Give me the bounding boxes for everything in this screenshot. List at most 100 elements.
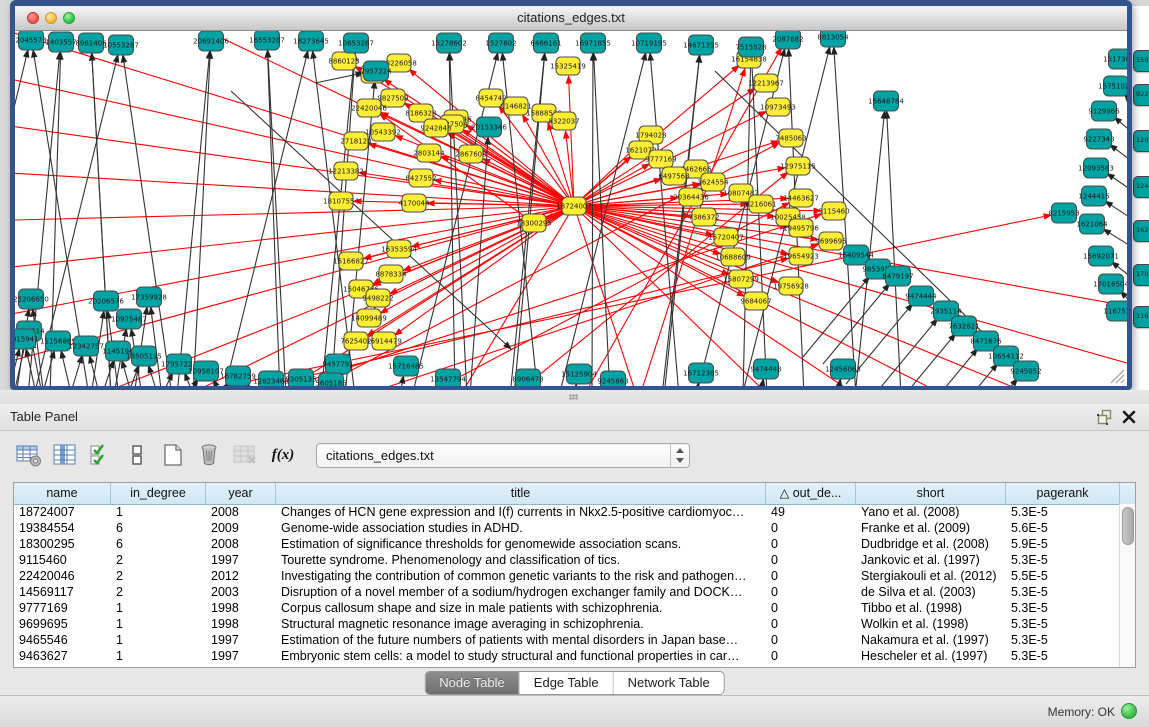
graph-node-7515528[interactable]: 7515528 xyxy=(735,37,766,57)
graph-node-15692071[interactable]: 15692071 xyxy=(1083,246,1119,266)
network-window[interactable]: citations_edges.txt 18724007886012389129… xyxy=(10,0,1132,390)
graph-node-7957224[interactable]: 7957224 xyxy=(360,61,392,81)
graph-node-9498222[interactable]: 9498222 xyxy=(362,289,393,307)
graph-node-9699695[interactable]: 9699695 xyxy=(815,232,846,250)
graph-node-16971855[interactable]: 16971855 xyxy=(575,33,611,53)
graph-node-15166827[interactable]: 15166827 xyxy=(333,252,369,270)
table-row[interactable]: 977716911998Corpus callosum shape and si… xyxy=(14,600,1120,616)
graph-node-10975487[interactable]: 10975487 xyxy=(111,309,147,329)
graph-node-10653287[interactable]: 10653287 xyxy=(338,33,374,53)
graph-node-1527602[interactable]: 1527602 xyxy=(485,33,516,53)
function-builder-button[interactable]: f(x) xyxy=(266,441,300,469)
column-header-pagerank[interactable]: pagerank xyxy=(1006,483,1120,504)
graph-node-20206576[interactable]: 20206576 xyxy=(88,291,124,311)
close-panel-icon[interactable] xyxy=(1121,409,1137,425)
graph-node-2867608[interactable]: 2867608 xyxy=(455,145,486,163)
graph-node-14099489[interactable]: 14099489 xyxy=(351,309,387,327)
graph-node-9242848[interactable]: 9242848 xyxy=(420,119,451,137)
graph-node-9474444[interactable]: 9474444 xyxy=(905,286,937,306)
graph-node-14671355[interactable]: 14671355 xyxy=(683,35,719,55)
graph-node-18273645[interactable]: 18273645 xyxy=(293,31,329,51)
graph-node-17016504[interactable]: 17016504 xyxy=(1093,274,1127,294)
graph-node-9457791[interactable]: 9457791 xyxy=(322,354,353,374)
table-row[interactable]: 1938455462009Genome-wide association stu… xyxy=(14,520,1120,536)
graph-node-10958107[interactable]: 10958107 xyxy=(188,361,224,381)
graph-node-2718120[interactable]: 2718120 xyxy=(340,132,371,150)
graph-node-16648784[interactable]: 16648784 xyxy=(868,91,904,111)
graph-node-9129966[interactable]: 9129966 xyxy=(1088,101,1120,121)
graph-node-19756928[interactable]: 19756928 xyxy=(773,277,809,295)
graph-node-12093583[interactable]: 12093583 xyxy=(1078,158,1114,178)
graph-node-16712385[interactable]: 16712385 xyxy=(683,363,719,383)
column-header-short[interactable]: short xyxy=(856,483,1006,504)
graph-node-10553287[interactable]: 10553287 xyxy=(103,35,139,55)
table-row[interactable]: 1456911722003Disruption of a novel membe… xyxy=(14,584,1120,600)
graph-node-9474448[interactable]: 9474448 xyxy=(750,359,781,379)
graph-node-9115460[interactable]: 9115460 xyxy=(818,202,849,220)
graph-node-17359928[interactable]: 17359928 xyxy=(131,287,167,307)
background-graph-node[interactable]: 12093 xyxy=(1133,130,1149,152)
delete-table-button[interactable] xyxy=(230,441,260,469)
graph-node-15173044[interactable]: 15173044 xyxy=(1103,49,1127,69)
column-header-out_de[interactable]: △ out_de... xyxy=(766,483,856,504)
tab-node-table[interactable]: Node Table xyxy=(425,672,520,694)
divider-grip-icon[interactable] xyxy=(569,394,578,400)
table-selector-dropdown[interactable]: citations_edges.txt xyxy=(316,443,690,468)
column-header-in_degree[interactable]: in_degree xyxy=(111,483,206,504)
graph-node-8878334[interactable]: 8878334 xyxy=(375,265,407,283)
table-row[interactable]: 1872400712008Changes of HCN gene express… xyxy=(14,504,1120,520)
graph-node-6497568[interactable]: 6497568 xyxy=(658,167,689,185)
graph-node-8813054[interactable]: 8813054 xyxy=(817,31,849,47)
graph-node-8906478[interactable]: 8906478 xyxy=(512,369,543,386)
tab-network-table[interactable]: Network Table xyxy=(614,672,724,694)
graph-node-12342757[interactable]: 12342757 xyxy=(68,336,104,356)
graph-node-7485063[interactable]: 7485063 xyxy=(775,129,806,147)
graph-node-1403557[interactable]: 1403557 xyxy=(45,32,76,52)
network-canvas[interactable]: 1872400788601238912954182260589827509818… xyxy=(15,31,1127,386)
graph-node-16782759[interactable]: 16782759 xyxy=(220,366,256,386)
graph-node-8215953[interactable]: 8215953 xyxy=(1048,203,1079,223)
graph-node-25206650[interactable]: 25206650 xyxy=(15,289,49,309)
background-graph-node[interactable]: 16210 xyxy=(1133,220,1149,242)
graph-node-9305135[interactable]: 9305135 xyxy=(285,369,316,386)
graph-node-12975115[interactable]: 12975115 xyxy=(780,157,816,175)
graph-node-15716485[interactable]: 15716485 xyxy=(388,356,424,376)
column-header-title[interactable]: title xyxy=(276,483,766,504)
graph-node-3624554[interactable]: 3624554 xyxy=(697,173,729,191)
graph-node-16353594[interactable]: 16353594 xyxy=(381,240,417,258)
show-columns-button[interactable] xyxy=(50,441,80,469)
background-graph-node[interactable]: 92273 xyxy=(1133,84,1149,106)
select-all-button[interactable] xyxy=(86,441,116,469)
table-settings-button[interactable] xyxy=(14,441,44,469)
graph-node-4170044[interactable]: 4170044 xyxy=(398,194,430,212)
graph-node-12823468[interactable]: 12823468 xyxy=(253,371,289,386)
graph-node-9777169[interactable]: 9777169 xyxy=(645,150,676,168)
graph-node-2087682[interactable]: 2087682 xyxy=(772,31,803,49)
graph-node-2045573[interactable]: 2045573 xyxy=(15,31,46,50)
graph-node-8322037[interactable]: 8322037 xyxy=(548,112,579,130)
table-row[interactable]: 1830029562008Estimation of significance … xyxy=(14,536,1120,552)
delete-column-button[interactable] xyxy=(194,441,224,469)
graph-node-9245052[interactable]: 9245052 xyxy=(1010,361,1041,381)
graph-node-3915941[interactable]: 3915941 xyxy=(15,329,39,349)
graph-node-20153346[interactable]: 20153346 xyxy=(471,117,507,137)
graph-node-13505135[interactable]: 13505135 xyxy=(126,346,162,366)
graph-node-15278602[interactable]: 15278602 xyxy=(431,33,467,53)
graph-node-9245863[interactable]: 9245863 xyxy=(597,371,628,386)
new-column-button[interactable] xyxy=(158,441,188,469)
vertical-scrollbar[interactable] xyxy=(1119,504,1135,667)
graph-node-5605185[interactable]: 5605185 xyxy=(315,373,346,386)
table-row[interactable]: 946362711997Embryonic stem cells: a mode… xyxy=(14,648,1120,664)
graph-node-16553287[interactable]: 16553287 xyxy=(249,31,285,50)
graph-node-12456063[interactable]: 12456063 xyxy=(825,359,861,379)
graph-node-6479197[interactable]: 6479197 xyxy=(882,266,913,286)
graph-node-10719195[interactable]: 10719195 xyxy=(631,33,667,53)
graph-node-9227343[interactable]: 9227343 xyxy=(1083,129,1114,149)
graph-node-12213382[interactable]: 12213382 xyxy=(328,162,364,180)
table-row[interactable]: 911546021997Tourette syndrome. Phenomeno… xyxy=(14,552,1120,568)
background-graph-node[interactable]: 17016 xyxy=(1133,264,1149,286)
split-divider[interactable] xyxy=(0,390,1149,404)
graph-node-6216061[interactable]: 6216061 xyxy=(745,195,776,213)
graph-node-9684067[interactable]: 9684067 xyxy=(740,292,771,310)
network-graph[interactable]: 1872400788601238912954182260589827509818… xyxy=(15,31,1127,386)
